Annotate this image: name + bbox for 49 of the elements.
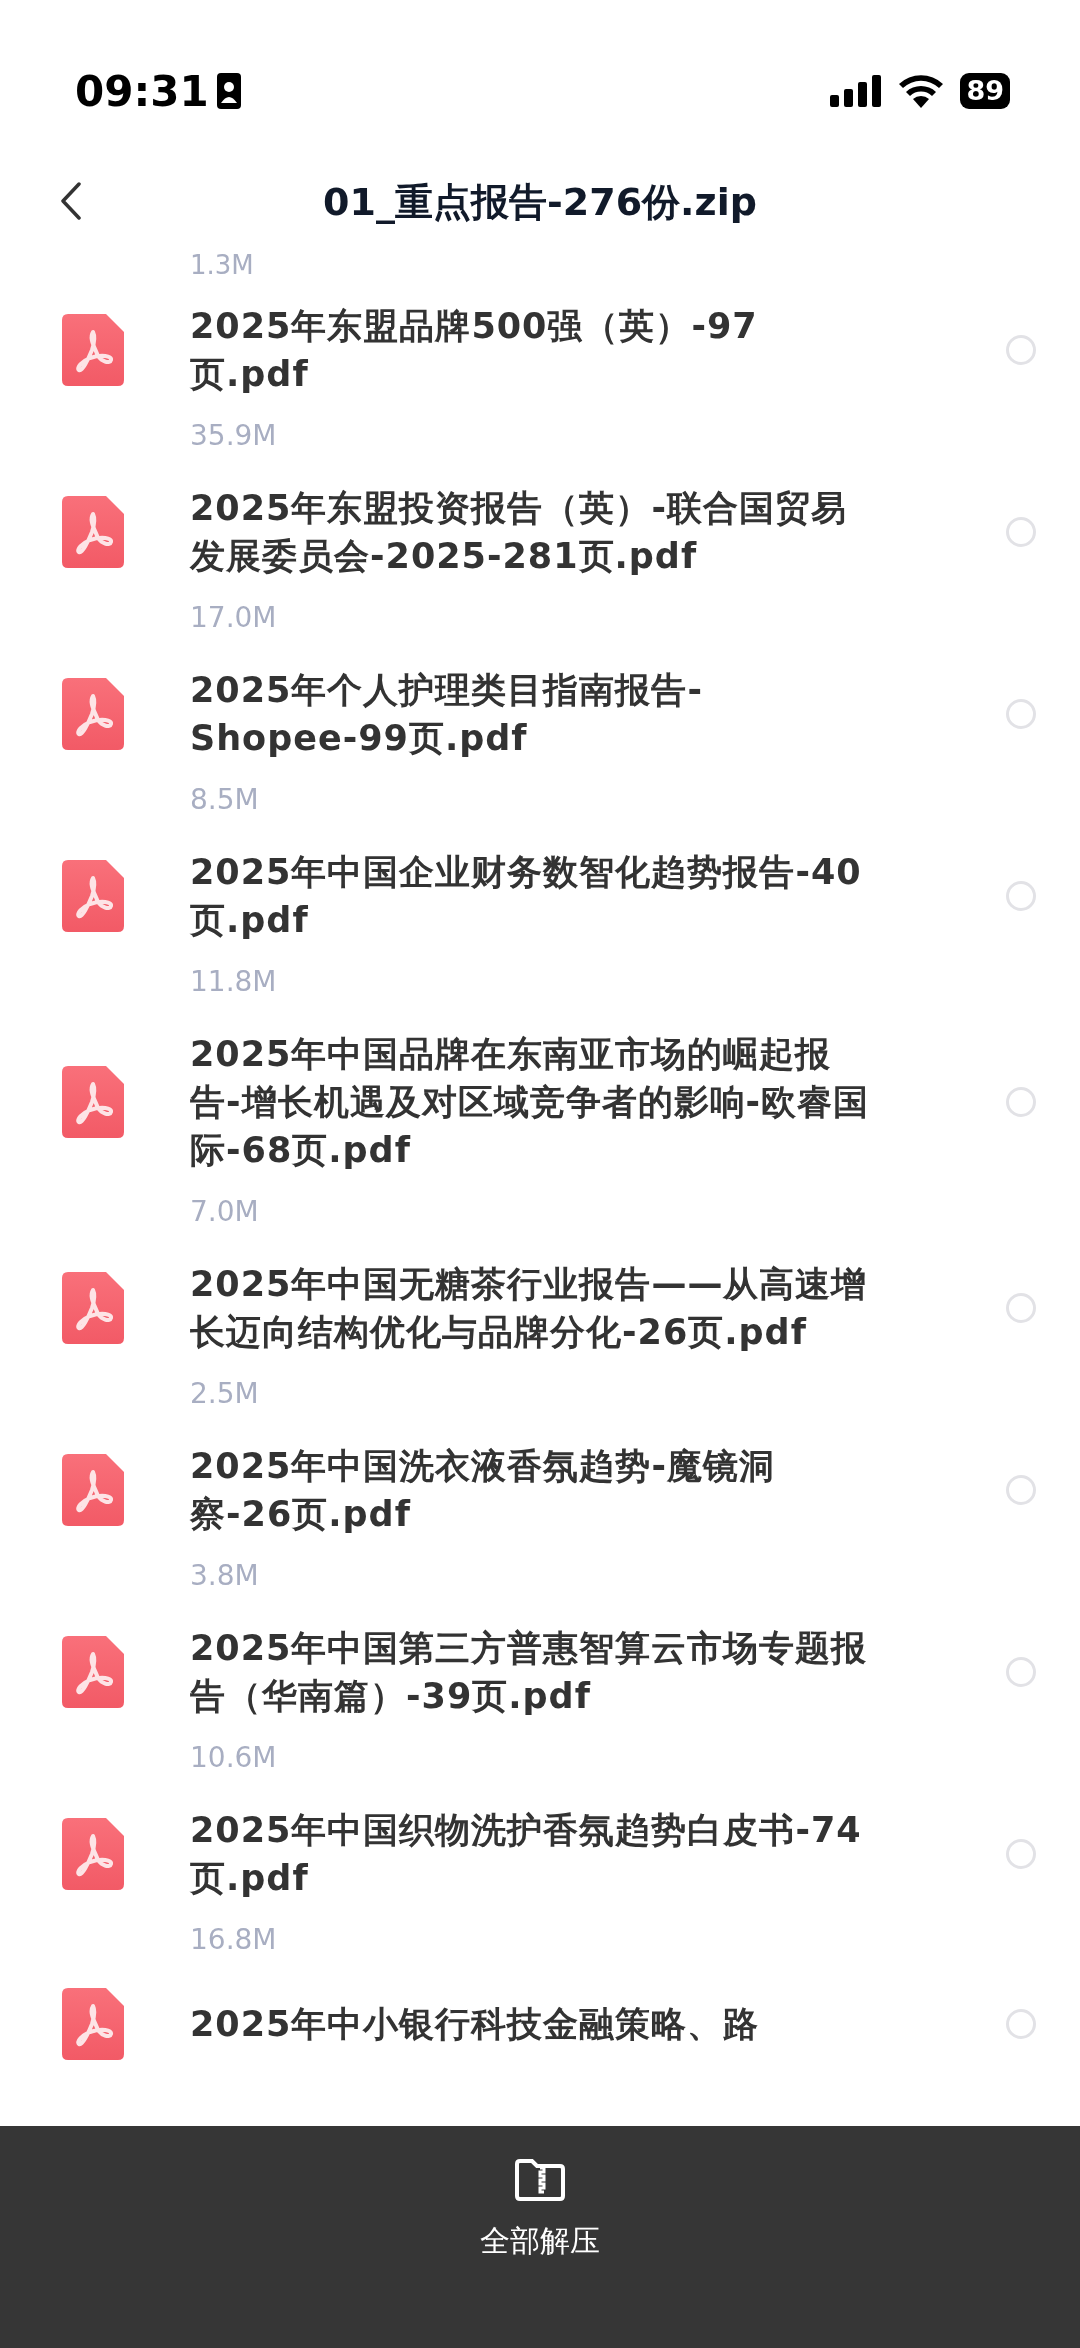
file-size: 35.9M bbox=[190, 419, 277, 452]
select-radio[interactable] bbox=[1006, 335, 1036, 365]
select-radio[interactable] bbox=[1006, 1475, 1036, 1505]
select-radio[interactable] bbox=[1006, 2009, 1036, 2039]
select-radio[interactable] bbox=[1006, 1839, 1036, 1869]
pdf-file-icon bbox=[62, 1636, 124, 1708]
file-size: 3.8M bbox=[190, 1559, 259, 1592]
back-icon[interactable] bbox=[60, 182, 82, 220]
file-name[interactable]: 2025年中国企业财务数智化趋势报告-40页.pdf bbox=[190, 848, 870, 944]
file-size: 7.0M bbox=[190, 1195, 259, 1228]
pdf-file-icon bbox=[62, 860, 124, 932]
status-time: 09:31 bbox=[75, 65, 209, 118]
file-size: 17.0M bbox=[190, 601, 277, 634]
signal-icon bbox=[830, 75, 883, 107]
id-card-icon bbox=[216, 73, 241, 109]
file-name[interactable]: 2025年中国无糖茶行业报告——从高速增长迈向结构优化与品牌分化-26页.pdf bbox=[190, 1260, 870, 1356]
file-name[interactable]: 2025年中国织物洗护香氛趋势白皮书-74页.pdf bbox=[190, 1806, 870, 1902]
pdf-file-icon bbox=[62, 314, 124, 386]
zip-folder-icon bbox=[514, 2158, 566, 2202]
archive-title: 01_重点报告-276份.zip bbox=[323, 178, 757, 226]
file-size: 11.8M bbox=[190, 965, 277, 998]
file-name[interactable]: 2025年中小银行科技金融策略、路 bbox=[190, 2000, 870, 2048]
pdf-file-icon bbox=[62, 1066, 124, 1138]
select-radio[interactable] bbox=[1006, 1293, 1036, 1323]
file-size: 16.8M bbox=[190, 1923, 277, 1956]
file-name[interactable]: 2025年中国洗衣液香氛趋势-魔镜洞察-26页.pdf bbox=[190, 1442, 870, 1538]
file-name[interactable]: 2025年中国第三方普惠智算云市场专题报告（华南篇）-39页.pdf bbox=[190, 1624, 870, 1720]
select-radio[interactable] bbox=[1006, 699, 1036, 729]
file-size: 8.5M bbox=[190, 783, 259, 816]
pdf-file-icon bbox=[62, 1272, 124, 1344]
select-radio[interactable] bbox=[1006, 1657, 1036, 1687]
file-name[interactable]: 2025年东盟品牌500强（英）-97页.pdf bbox=[190, 302, 870, 398]
file-size: 1.3M bbox=[190, 252, 254, 274]
file-size: 2.5M bbox=[190, 1377, 259, 1410]
select-radio[interactable] bbox=[1006, 517, 1036, 547]
file-name[interactable]: 2025年东盟投资报告（英）-联合国贸易发展委员会-2025-281页.pdf bbox=[190, 484, 870, 580]
select-radio[interactable] bbox=[1006, 881, 1036, 911]
extract-all-button[interactable]: 全部解压 bbox=[480, 2158, 600, 2263]
pdf-file-icon bbox=[62, 1454, 124, 1526]
pdf-file-icon bbox=[62, 1988, 124, 2060]
select-radio[interactable] bbox=[1006, 1087, 1036, 1117]
wifi-icon bbox=[898, 74, 945, 108]
pdf-file-icon bbox=[62, 496, 124, 568]
file-name[interactable]: 2025年个人护理类目指南报告-Shopee-99页.pdf bbox=[190, 666, 870, 762]
file-name[interactable]: 2025年中国品牌在东南亚市场的崛起报告-增长机遇及对区域竞争者的影响-欧睿国际-68页.pdf bbox=[190, 1030, 870, 1174]
pdf-file-icon bbox=[62, 1818, 124, 1890]
pdf-file-icon bbox=[62, 678, 124, 750]
battery-level: 89 bbox=[960, 73, 1010, 109]
file-size: 10.6M bbox=[190, 1741, 277, 1774]
